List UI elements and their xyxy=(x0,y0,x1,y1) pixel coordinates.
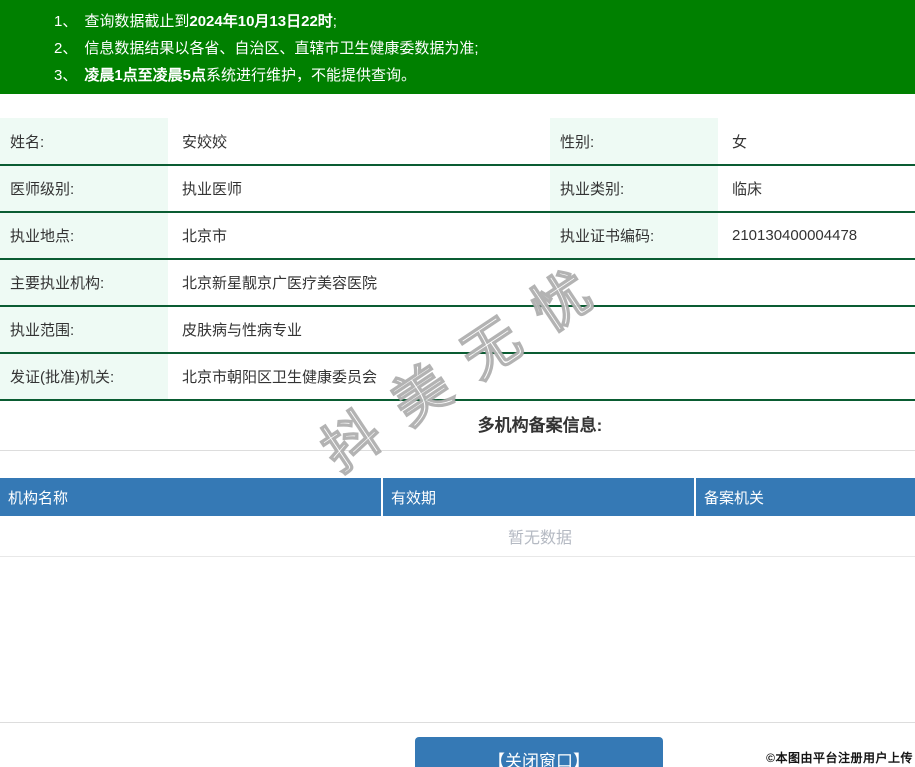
column-header-validity-period: 有效期 xyxy=(382,478,696,516)
issuing-authority-label: 发证(批准)机关: xyxy=(0,353,168,401)
name-label: 姓名: xyxy=(0,118,168,166)
close-window-button[interactable]: 【关闭窗口】 xyxy=(415,737,663,767)
footer-divider xyxy=(0,722,915,723)
notice-number: 1、 xyxy=(54,13,78,30)
practice-category-label: 执业类别: xyxy=(550,165,718,213)
notice-number: 3、 xyxy=(54,67,78,84)
table-row: 执业范围: 皮肤病与性病专业 xyxy=(0,306,915,354)
notice-line-1: 1、 查询数据截止到2024年10月13日22时; xyxy=(54,8,905,35)
notice-bold-text: 2024年10月13日22时 xyxy=(189,13,333,30)
main-institution-value: 北京新星靓京广医疗美容医院 xyxy=(168,259,915,307)
column-header-institution-name: 机构名称 xyxy=(0,478,383,516)
gender-label: 性别: xyxy=(550,118,718,166)
table-row: 姓名: 安姣姣 性别: 女 xyxy=(0,118,915,166)
table-row: 主要执业机构: 北京新星靓京广医疗美容医院 xyxy=(0,259,915,307)
doctor-level-value: 执业医师 xyxy=(168,165,550,213)
doctor-level-label: 医师级别: xyxy=(0,165,168,213)
certificate-number-label: 执业证书编码: xyxy=(550,212,718,260)
table-row: 发证(批准)机关: 北京市朝阳区卫生健康委员会 xyxy=(0,353,915,401)
column-header-filing-authority: 备案机关 xyxy=(695,478,915,516)
notice-banner: 1、 查询数据截止到2024年10月13日22时; 2、 信息数据结果以各省、自治区… xyxy=(0,0,915,94)
notice-text: 信息数据结果以各省、自治区、直辖市卫生健康委数据为准; xyxy=(84,40,479,57)
notice-text: 查询数据截止到 xyxy=(84,13,190,30)
empty-data-text: 暂无数据 xyxy=(0,516,915,557)
issuing-authority-value: 北京市朝阳区卫生健康委员会 xyxy=(168,353,915,401)
result-content: 姓名: 安姣姣 性别: 女 医师级别: 执业医师 执业类别: 临床 执业地点: … xyxy=(0,118,915,557)
notice-line-3: 3、 凌晨1点至凌晨5点系统进行维护，不能提供查询。 xyxy=(54,62,905,89)
copyright-watermark: ©本图由平台注册用户上传 xyxy=(766,751,913,765)
practice-scope-value: 皮肤病与性病专业 xyxy=(168,306,915,354)
filing-table: 机构名称 有效期 备案机关 暂无数据 xyxy=(0,478,915,557)
notice-text: ; xyxy=(332,13,337,30)
filing-table-header-row: 机构名称 有效期 备案机关 xyxy=(0,478,915,516)
table-row: 执业地点: 北京市 执业证书编码: 210130400004478 xyxy=(0,212,915,260)
table-row: 医师级别: 执业医师 执业类别: 临床 xyxy=(0,165,915,213)
notice-bold-text: 凌晨1点至凌晨5点 xyxy=(84,67,207,84)
practice-location-value: 北京市 xyxy=(168,212,550,260)
main-institution-label: 主要执业机构: xyxy=(0,259,168,307)
notice-text: 系统进行维护，不能提供查询。 xyxy=(206,67,417,84)
name-value: 安姣姣 xyxy=(168,118,550,166)
doctor-detail-table: 姓名: 安姣姣 性别: 女 医师级别: 执业医师 执业类别: 临床 执业地点: … xyxy=(0,118,915,401)
multi-institution-section-title: 多机构备案信息: xyxy=(0,401,915,451)
notice-number: 2、 xyxy=(54,40,78,57)
filing-table-empty-row: 暂无数据 xyxy=(0,516,915,557)
practice-scope-label: 执业范围: xyxy=(0,306,168,354)
notice-line-2: 2、 信息数据结果以各省、自治区、直辖市卫生健康委数据为准; xyxy=(54,35,905,62)
gender-value: 女 xyxy=(718,118,915,166)
practice-category-value: 临床 xyxy=(718,165,915,213)
practice-location-label: 执业地点: xyxy=(0,212,168,260)
query-result-page: 1、 查询数据截止到2024年10月13日22时; 2、 信息数据结果以各省、自治区… xyxy=(0,0,915,767)
certificate-number-value: 210130400004478 xyxy=(718,212,915,260)
